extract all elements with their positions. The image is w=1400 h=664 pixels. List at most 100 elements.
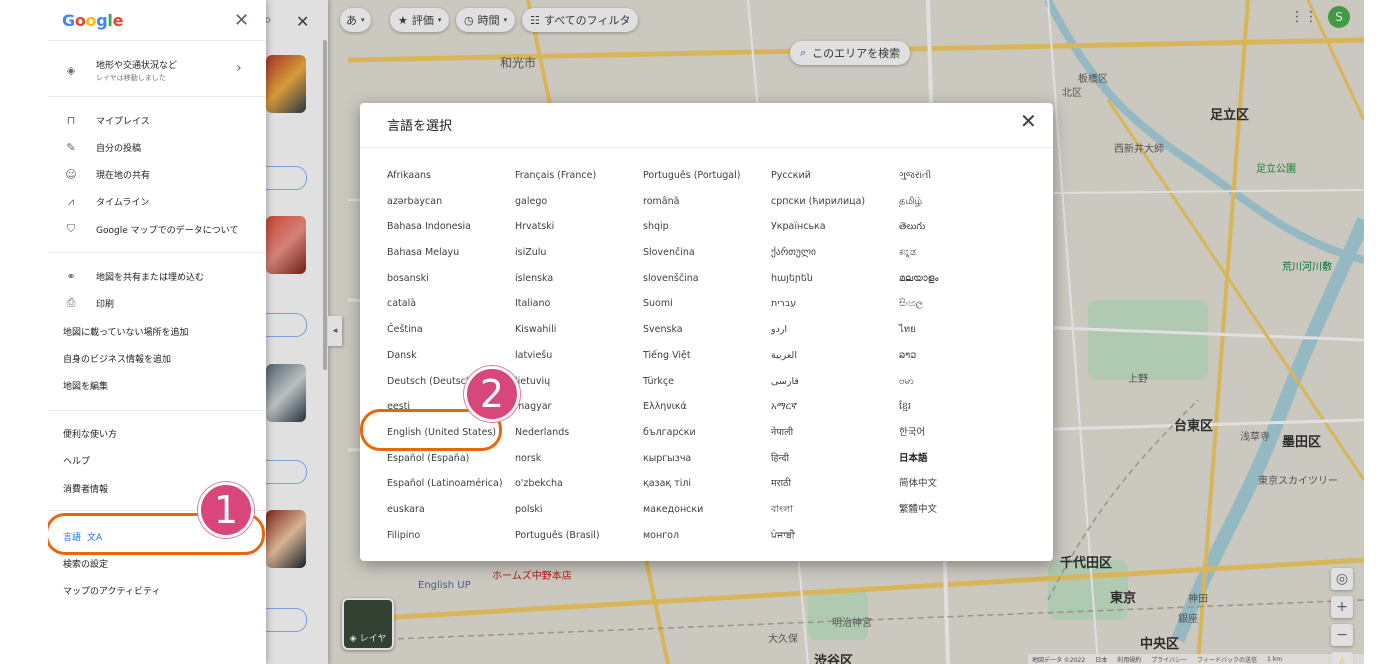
menu-item-label: タイムライン [96, 198, 150, 209]
language-option[interactable]: 日本語 [899, 446, 1009, 472]
language-option[interactable]: norsk [515, 446, 643, 472]
language-option[interactable]: Русский [771, 163, 899, 189]
language-option[interactable]: монгол [643, 523, 771, 549]
language-option[interactable]: ខ្មែរ [899, 394, 1009, 420]
timeline-icon: ⩘ [67, 194, 75, 208]
language-option[interactable]: galego [515, 189, 643, 215]
language-option[interactable]: български [643, 420, 771, 446]
language-option[interactable]: ქართული [771, 240, 899, 266]
language-option[interactable]: Italiano [515, 291, 643, 317]
language-option[interactable]: 한국어 [899, 420, 1009, 446]
bookmark-icon: ⊓ [66, 113, 76, 127]
language-option[interactable]: Bahasa Indonesia [387, 214, 515, 240]
menu-item-maps-activity[interactable]: マップのアクティビティ [48, 582, 281, 598]
language-option[interactable]: اردو [771, 317, 899, 343]
language-option[interactable]: नेपाली [771, 420, 899, 446]
menu-item-location-share[interactable]: ☺ 現在地の共有 [48, 167, 266, 183]
language-option[interactable]: ไทย [899, 317, 1009, 343]
logo-letter: e [112, 11, 124, 30]
close-dialog-button[interactable]: ✕ [1020, 109, 1037, 133]
language-option[interactable]: lietuvių [515, 369, 643, 395]
language-option[interactable]: српски (ћирилица) [771, 189, 899, 215]
language-option[interactable]: አማርኛ [771, 394, 899, 420]
menu-item-text[interactable]: 地図を編集 [48, 378, 281, 394]
chevron-right-icon: › [236, 60, 242, 76]
close-menu-button[interactable]: ✕ [234, 10, 249, 31]
language-option[interactable]: íslenska [515, 266, 643, 292]
language-option[interactable]: Slovenčina [643, 240, 771, 266]
language-option[interactable]: Filipino [387, 523, 515, 549]
language-option[interactable]: Hrvatski [515, 214, 643, 240]
language-option[interactable]: Svenska [643, 317, 771, 343]
language-option[interactable]: slovenščina [643, 266, 771, 292]
language-option[interactable]: azərbaycan [387, 189, 515, 215]
language-option[interactable]: македонски [643, 497, 771, 523]
language-option[interactable]: кыргызча [643, 446, 771, 472]
menu-item-text[interactable]: 便利な使い方 [48, 425, 281, 441]
language-option[interactable]: தமிழ் [899, 189, 1009, 215]
menu-item-label: 地図に載っていない場所を追加 [63, 327, 189, 338]
language-option[interactable]: Ελληνικά [643, 394, 771, 420]
menu-item-post[interactable]: ✎ 自分の投稿 [48, 139, 266, 155]
menu-item-text[interactable]: ヘルプ [48, 453, 281, 469]
language-option[interactable]: català [387, 291, 515, 317]
language-option[interactable]: o'zbekcha [515, 471, 643, 497]
language-option[interactable]: Türkçe [643, 369, 771, 395]
menu-item-label: 自分の投稿 [96, 143, 142, 154]
language-option[interactable]: हिन्दी [771, 446, 899, 472]
language-option[interactable]: magyar [515, 394, 643, 420]
language-option[interactable]: ဗမာ [899, 369, 1009, 395]
menu-item-print[interactable]: ⎙ 印刷 [48, 295, 266, 311]
language-option[interactable]: қазақ тілі [643, 471, 771, 497]
menu-item-text[interactable]: 自身のビジネス情報を追加 [48, 350, 281, 366]
menu-item-bookmark[interactable]: ⊓ マイプレイス [48, 112, 266, 128]
language-option[interactable]: Čeština [387, 317, 515, 343]
language-option[interactable]: bosanski [387, 266, 515, 292]
language-option[interactable]: Français (France) [515, 163, 643, 189]
language-option[interactable]: euskara [387, 497, 515, 523]
language-option[interactable]: latviešu [515, 343, 643, 369]
language-option[interactable]: বাংলা [771, 497, 899, 523]
language-option[interactable]: ಕನ್ನಡ [899, 240, 1009, 266]
language-option[interactable]: 简体中文 [899, 471, 1009, 497]
language-option[interactable]: සිංහල [899, 291, 1009, 317]
language-option[interactable]: Nederlands [515, 420, 643, 446]
language-option[interactable]: Tiếng Việt [643, 343, 771, 369]
menu-item-text[interactable]: 地図に載っていない場所を追加 [48, 323, 281, 339]
language-option[interactable]: Українська [771, 214, 899, 240]
menu-item-terrain[interactable]: ◈ 地形や交通状況など レイヤは移動しました › [48, 58, 266, 82]
language-option[interactable]: Suomi [643, 291, 771, 317]
language-option[interactable]: فارسی [771, 369, 899, 395]
language-option[interactable]: Kiswahili [515, 317, 643, 343]
language-option[interactable]: العربية [771, 343, 899, 369]
language-option[interactable]: polski [515, 497, 643, 523]
language-option[interactable]: मराठी [771, 471, 899, 497]
language-option[interactable]: Bahasa Melayu [387, 240, 515, 266]
menu-item-timeline[interactable]: ⩘ タイムライン [48, 194, 266, 210]
language-option[interactable]: Português (Brasil) [515, 523, 643, 549]
menu-item-search-settings[interactable]: 検索の設定 [48, 555, 281, 571]
menu-item-label: 印刷 [96, 299, 115, 310]
menu-item-link[interactable]: ⚭ 地図を共有または埋め込む [48, 268, 266, 284]
language-option[interactable]: ລາວ [899, 343, 1009, 369]
language-option[interactable]: Português (Portugal) [643, 163, 771, 189]
language-option[interactable]: Español (Latinoamérica) [387, 471, 515, 497]
app-frame: 和光市 足立区 台東区 墨田区 東京 千代田区 中央区 渋谷区 浅草寺 板橋区 … [48, 0, 1364, 664]
language-option[interactable]: shqip [643, 214, 771, 240]
language-option[interactable]: Afrikaans [387, 163, 515, 189]
language-option[interactable]: 繁體中文 [899, 497, 1009, 523]
language-option[interactable]: മലയാളം [899, 266, 1009, 292]
language-option[interactable]: עברית [771, 291, 899, 317]
language-option[interactable]: తెలుగు [899, 214, 1009, 240]
menu-item-shield[interactable]: ⛉ Google マップでのデータについて [48, 221, 266, 237]
language-option[interactable]: ગુજરાતી [899, 163, 1009, 189]
language-option[interactable]: հայերեն [771, 266, 899, 292]
language-option[interactable]: Dansk [387, 343, 515, 369]
language-option[interactable]: isiZulu [515, 240, 643, 266]
language-column: Português (Portugal) română shqip Slovenčin… [643, 163, 771, 548]
language-option[interactable]: română [643, 189, 771, 215]
menu-item-label: 検索の設定 [63, 559, 109, 570]
google-logo: Google [62, 11, 123, 30]
menu-item-label-group: 地形や交通状況など レイヤは移動しました [96, 58, 177, 83]
language-option[interactable]: ਪੰਜਾਬੀ [771, 523, 899, 549]
